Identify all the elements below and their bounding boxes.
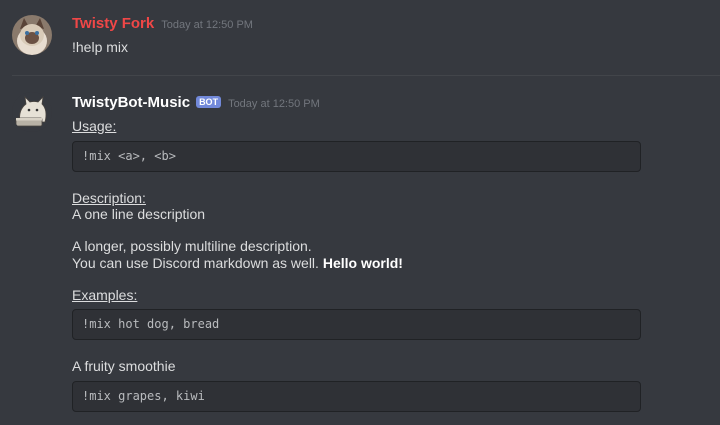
markdown-note-text: You can use Discord markdown as well. <box>72 255 323 271</box>
author-name[interactable]: TwistyBot-Music <box>72 94 190 111</box>
message-header: TwistyBot-Music BOT Today at 12:50 PM <box>72 94 320 111</box>
bot-badge: BOT <box>196 96 222 108</box>
example-codeblock-1: !mix hot dog, bread <box>72 309 641 340</box>
usage-label: Usage: <box>72 118 117 134</box>
usage-codeblock: !mix <a>, <b> <box>72 141 641 172</box>
long-description-line-2: You can use Discord markdown as well. He… <box>72 254 403 272</box>
message-timestamp: Today at 12:50 PM <box>228 98 320 110</box>
description-text: A one line description <box>72 206 206 222</box>
long-description-line-1: A longer, possibly multiline description… <box>72 238 312 254</box>
example-caption: A fruity smoothie <box>72 358 176 374</box>
bold-text: Hello world! <box>322 255 403 271</box>
message-group-bot: TwistyBot-Music BOT Today at 12:50 PM Us… <box>0 0 720 425</box>
bot-cat-avatar-icon[interactable] <box>12 92 52 132</box>
examples-label: Examples: <box>72 287 138 303</box>
example-codeblock-2: !mix grapes, kiwi <box>72 381 641 412</box>
